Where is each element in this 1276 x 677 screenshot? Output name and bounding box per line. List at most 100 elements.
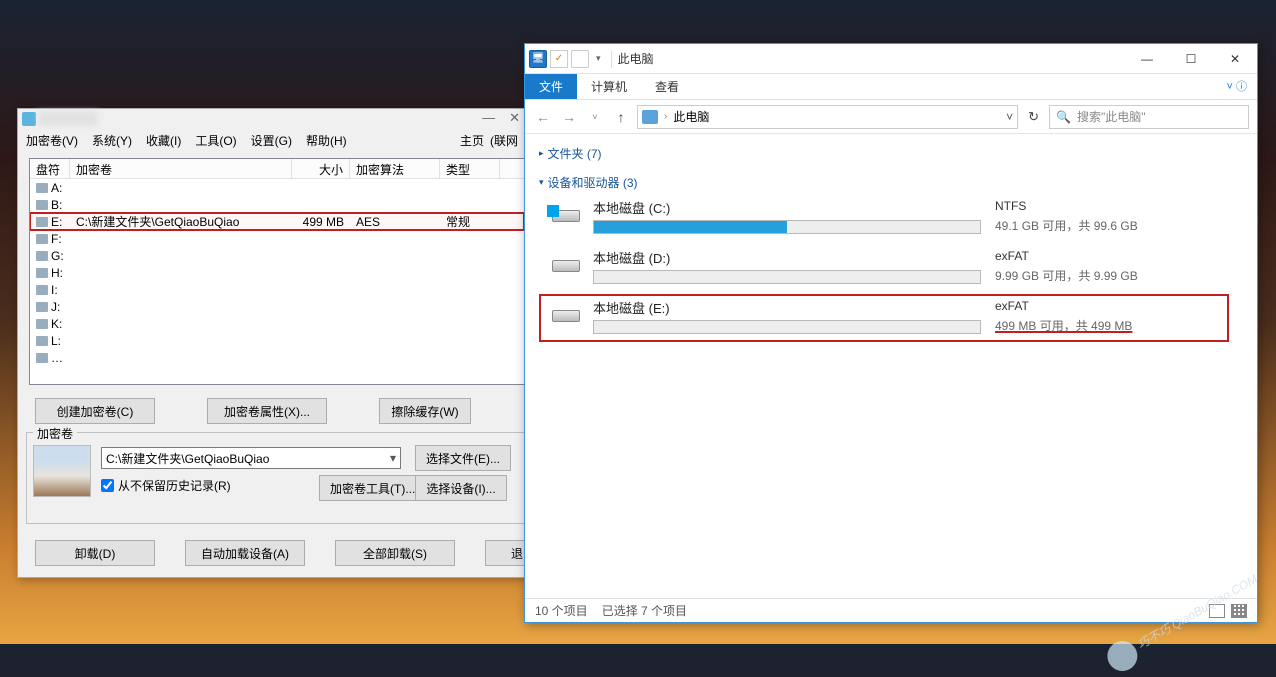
drive-filesystem: exFAT xyxy=(995,249,1225,263)
qat-dropdown-icon[interactable]: ▾ xyxy=(592,53,605,64)
devices-header[interactable]: ▾ 设备和驱动器 (3) xyxy=(539,171,1243,194)
col-size[interactable]: 大小 xyxy=(292,159,350,178)
volume-combo[interactable]: C:\新建文件夹\GetQiaoBuQiao ▾ xyxy=(101,447,401,469)
drive-filesystem: NTFS xyxy=(995,199,1225,213)
devices-label: 设备和驱动器 (3) xyxy=(548,174,638,191)
col-volume[interactable]: 加密卷 xyxy=(70,159,292,178)
drive-icon xyxy=(549,252,583,280)
menu-volumes[interactable]: 加密卷(V) xyxy=(26,132,78,149)
volume-list-header: 盘符 加密卷 大小 加密算法 类型 xyxy=(30,159,524,179)
volume-properties-button[interactable]: 加密卷属性(X)... xyxy=(207,398,327,424)
never-history-checkbox[interactable] xyxy=(101,479,114,492)
ribbon-help-icon[interactable]: ˅ ⓘ xyxy=(1217,74,1257,99)
chevron-right-icon: › xyxy=(664,111,667,122)
wipe-cache-button[interactable]: 擦除缓存(W) xyxy=(379,398,471,424)
folders-header[interactable]: ▸ 文件夹 (7) xyxy=(539,142,1243,165)
drive-icon xyxy=(549,302,583,330)
volume-row[interactable]: A: xyxy=(30,179,524,196)
drive-info: 本地磁盘 (C:) xyxy=(593,198,985,234)
volume-row[interactable]: I: xyxy=(30,281,524,298)
menu-favorites[interactable]: 收藏(I) xyxy=(146,132,181,149)
volume-row[interactable]: M: xyxy=(30,349,524,366)
breadcrumb[interactable]: › 此电脑 ˅ xyxy=(637,105,1018,129)
refresh-button[interactable]: ↻ xyxy=(1024,109,1043,125)
volume-row[interactable]: K: xyxy=(30,315,524,332)
back-button[interactable]: ← xyxy=(533,107,553,127)
drive-meta: NTFS 49.1 GB 可用，共 99.6 GB xyxy=(995,199,1225,234)
nav-toolbar: ← → ˅ ↑ › 此电脑 ˅ ↻ 🔍 搜索"此电脑" xyxy=(525,100,1257,134)
drive-icon xyxy=(549,202,583,230)
tab-view[interactable]: 查看 xyxy=(641,74,693,99)
chevron-down-icon: ▾ xyxy=(390,451,396,465)
history-dropdown-icon[interactable]: ˅ xyxy=(585,107,605,127)
details-view-icon[interactable] xyxy=(1209,604,1225,618)
volume-row[interactable]: F: xyxy=(30,230,524,247)
dismount-button[interactable]: 卸载(D) xyxy=(35,540,155,566)
qat-properties-icon[interactable]: ✓ xyxy=(550,50,568,68)
drive-info: 本地磁盘 (D:) xyxy=(593,248,985,284)
tab-computer[interactable]: 计算机 xyxy=(577,74,641,99)
qat-blank-icon[interactable] xyxy=(571,50,589,68)
volume-row[interactable]: L: xyxy=(30,332,524,349)
volume-tools-button[interactable]: 加密卷工具(T)... xyxy=(319,475,426,501)
volume-thumb xyxy=(33,445,91,497)
volume-row[interactable]: G: xyxy=(30,247,524,264)
maximize-button[interactable]: ☐ xyxy=(1169,45,1213,73)
auto-mount-button[interactable]: 自动加载设备(A) xyxy=(185,540,305,566)
drive-row[interactable]: 本地磁盘 (D:) exFAT9.99 GB 可用，共 9.99 GB xyxy=(539,244,1229,294)
forward-button[interactable]: → xyxy=(559,107,579,127)
qat-computer-icon[interactable]: 🖥 xyxy=(529,50,547,68)
icons-view-icon[interactable] xyxy=(1231,604,1247,618)
never-history-label: 从不保留历史记录(R) xyxy=(118,477,231,494)
button-row-2: 卸载(D) 自动加载设备(A) 全部卸载(S) 退出(X) xyxy=(35,540,577,566)
menu-settings[interactable]: 设置(G) xyxy=(251,132,292,149)
menu-contact[interactable]: (联网 xyxy=(490,132,518,149)
drive-name: 本地磁盘 (E:) xyxy=(593,298,985,317)
drive-usage-bar xyxy=(593,270,981,284)
chevron-right-icon: ▸ xyxy=(539,148,544,159)
tab-file[interactable]: 文件 xyxy=(525,74,577,99)
never-history-check[interactable]: 从不保留历史记录(R) xyxy=(101,477,231,494)
window-controls: — ✕ xyxy=(482,110,520,126)
folders-section: ▸ 文件夹 (7) xyxy=(539,142,1243,165)
search-input[interactable]: 🔍 搜索"此电脑" xyxy=(1049,105,1249,129)
col-algo[interactable]: 加密算法 xyxy=(350,159,440,178)
breadcrumb-dropdown-icon[interactable]: ˅ xyxy=(1006,110,1013,124)
col-letter[interactable]: 盘符 xyxy=(30,159,70,178)
volume-row[interactable]: B: xyxy=(30,196,524,213)
drive-meta: exFAT9.99 GB 可用，共 9.99 GB xyxy=(995,249,1225,284)
menu-help[interactable]: 帮助(H) xyxy=(306,132,347,149)
minimize-button[interactable]: — xyxy=(482,110,495,126)
dismount-all-button[interactable]: 全部卸载(S) xyxy=(335,540,455,566)
select-device-button[interactable]: 选择设备(I)... xyxy=(415,475,507,501)
explorer-window: 🖥 ✓ ▾ 此电脑 — ☐ ✕ 文件 计算机 查看 ˅ ⓘ ← → ˅ ↑ › … xyxy=(524,43,1258,623)
create-volume-button[interactable]: 创建加密卷(C) xyxy=(35,398,155,424)
ribbon-tabs: 文件 计算机 查看 ˅ ⓘ xyxy=(525,74,1257,100)
chevron-down-icon: ▾ xyxy=(539,177,544,188)
col-type[interactable]: 类型 xyxy=(440,159,500,178)
drive-free-space: 49.1 GB 可用，共 99.6 GB xyxy=(995,217,1225,234)
menu-system[interactable]: 系统(Y) xyxy=(92,132,132,149)
volume-list[interactable]: 盘符 加密卷 大小 加密算法 类型 A:B:E:C:\新建文件夹\GetQiao… xyxy=(29,158,525,385)
drive-free-space: 499 MB 可用，共 499 MB xyxy=(995,317,1225,334)
volume-row[interactable]: E:C:\新建文件夹\GetQiaoBuQiao499 MBAES常规 xyxy=(30,213,524,230)
title-blur xyxy=(38,111,98,126)
explorer-content: ▸ 文件夹 (7) ▾ 设备和驱动器 (3) 本地磁盘 (C:) NTFS 49.1… xyxy=(525,134,1257,356)
up-button[interactable]: ↑ xyxy=(611,107,631,127)
menu-tools[interactable]: 工具(O) xyxy=(195,132,236,149)
close-button[interactable]: ✕ xyxy=(1213,45,1257,73)
close-button[interactable]: ✕ xyxy=(509,110,520,126)
volume-row[interactable]: J: xyxy=(30,298,524,315)
app-logo xyxy=(22,112,36,126)
group-title: 加密卷 xyxy=(33,425,77,442)
drive-row[interactable]: 本地磁盘 (E:)exFAT499 MB 可用，共 499 MB xyxy=(539,294,1229,342)
minimize-button[interactable]: — xyxy=(1125,45,1169,73)
select-file-button[interactable]: 选择文件(E)... xyxy=(415,445,511,471)
separator xyxy=(611,50,612,68)
devices-section: ▾ 设备和驱动器 (3) 本地磁盘 (C:) NTFS 49.1 GB 可用，共 9… xyxy=(539,171,1243,342)
combo-value: C:\新建文件夹\GetQiaoBuQiao xyxy=(106,450,269,467)
drive-row[interactable]: 本地磁盘 (C:) NTFS 49.1 GB 可用，共 99.6 GB xyxy=(539,194,1229,244)
menu-homepage[interactable]: 主页 xyxy=(460,132,484,149)
volume-row[interactable]: H: xyxy=(30,264,524,281)
drive-usage-bar xyxy=(593,320,981,334)
